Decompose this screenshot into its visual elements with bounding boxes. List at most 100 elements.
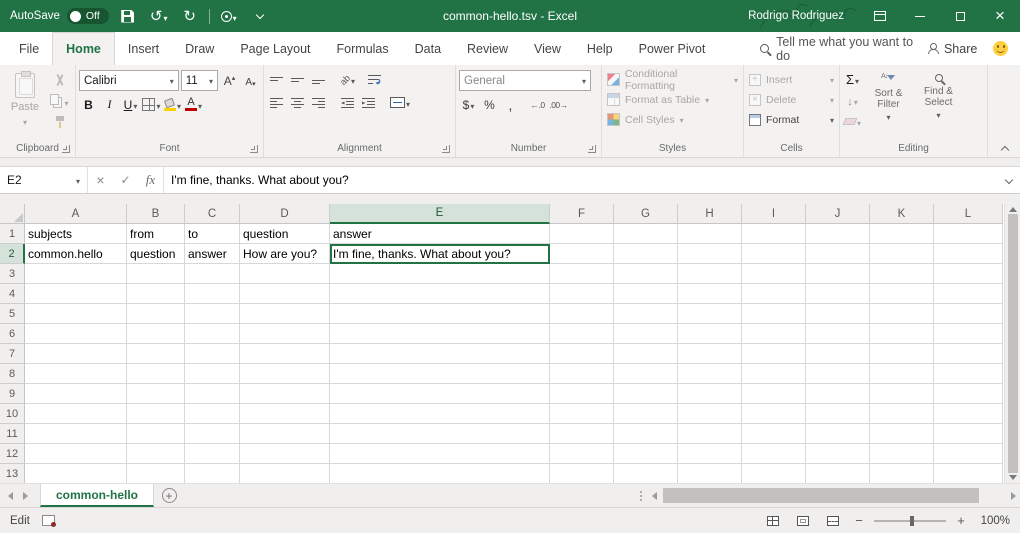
column-header-d[interactable]: D xyxy=(240,204,330,224)
formula-input[interactable]: I'm fine, thanks. What about you? xyxy=(164,167,998,193)
cell-g12[interactable] xyxy=(614,444,678,464)
cancel-entry-button[interactable] xyxy=(88,167,113,193)
cell-h10[interactable] xyxy=(678,404,742,424)
cell-i8[interactable] xyxy=(742,364,806,384)
cell-l11[interactable] xyxy=(934,424,1003,444)
scroll-up-icon[interactable] xyxy=(1009,207,1017,212)
decrease-font-size-button[interactable] xyxy=(241,71,260,90)
row-header-7[interactable]: 7 xyxy=(0,344,25,364)
tab-split-handle[interactable] xyxy=(634,484,648,507)
cell-b1[interactable]: from xyxy=(127,224,185,244)
cell-c5[interactable] xyxy=(185,304,240,324)
cell-h9[interactable] xyxy=(678,384,742,404)
cell-b6[interactable] xyxy=(127,324,185,344)
insert-function-button[interactable]: fx xyxy=(138,167,163,193)
name-box[interactable]: E2 xyxy=(0,167,88,193)
row-header-4[interactable]: 4 xyxy=(0,284,25,304)
cell-e9[interactable] xyxy=(330,384,550,404)
cell-f7[interactable] xyxy=(550,344,614,364)
row-header-6[interactable]: 6 xyxy=(0,324,25,344)
cell-a4[interactable] xyxy=(25,284,127,304)
tab-review[interactable]: Review xyxy=(454,32,521,65)
cell-c7[interactable] xyxy=(185,344,240,364)
cell-h7[interactable] xyxy=(678,344,742,364)
cell-b4[interactable] xyxy=(127,284,185,304)
align-right-button[interactable] xyxy=(309,93,328,112)
scroll-down-icon[interactable] xyxy=(1009,475,1017,480)
cell-l7[interactable] xyxy=(934,344,1003,364)
cell-k8[interactable] xyxy=(870,364,934,384)
cell-b7[interactable] xyxy=(127,344,185,364)
cell-k11[interactable] xyxy=(870,424,934,444)
previous-sheet-icon[interactable] xyxy=(8,492,13,500)
column-header-f[interactable]: F xyxy=(550,204,614,224)
ribbon-display-options-button[interactable] xyxy=(860,0,900,32)
column-header-l[interactable]: L xyxy=(934,204,1003,224)
cell-l10[interactable] xyxy=(934,404,1003,424)
cell-c4[interactable] xyxy=(185,284,240,304)
feedback-smiley-icon[interactable] xyxy=(993,41,1008,56)
cell-h1[interactable] xyxy=(678,224,742,244)
cell-j11[interactable] xyxy=(806,424,870,444)
cell-f1[interactable] xyxy=(550,224,614,244)
cell-l3[interactable] xyxy=(934,264,1003,284)
cell-f10[interactable] xyxy=(550,404,614,424)
cell-d12[interactable] xyxy=(240,444,330,464)
cell-f4[interactable] xyxy=(550,284,614,304)
cell-g10[interactable] xyxy=(614,404,678,424)
cell-h4[interactable] xyxy=(678,284,742,304)
clear-button[interactable] xyxy=(843,112,862,131)
font-name-combo[interactable]: Calibri xyxy=(79,70,179,91)
cell-a6[interactable] xyxy=(25,324,127,344)
cell-d10[interactable] xyxy=(240,404,330,424)
cell-i4[interactable] xyxy=(742,284,806,304)
row-header-11[interactable]: 11 xyxy=(0,424,25,444)
customize-qat-button[interactable] xyxy=(248,3,272,29)
align-center-button[interactable] xyxy=(288,93,307,112)
format-painter-button[interactable] xyxy=(50,113,69,132)
cell-k9[interactable] xyxy=(870,384,934,404)
cell-h3[interactable] xyxy=(678,264,742,284)
format-as-table-button[interactable]: Format as Table xyxy=(605,90,740,109)
cell-d2[interactable]: How are you? xyxy=(240,244,330,264)
font-dialog-launcher[interactable] xyxy=(250,145,258,153)
cell-b10[interactable] xyxy=(127,404,185,424)
tab-insert[interactable]: Insert xyxy=(115,32,172,65)
cell-c2[interactable]: answer xyxy=(185,244,240,264)
cell-j13[interactable] xyxy=(806,464,870,483)
confirm-entry-button[interactable] xyxy=(113,167,138,193)
row-header-1[interactable]: 1 xyxy=(0,224,25,244)
scroll-right-icon[interactable] xyxy=(1011,492,1016,500)
cell-c6[interactable] xyxy=(185,324,240,344)
row-header-3[interactable]: 3 xyxy=(0,264,25,284)
accounting-format-button[interactable]: $ xyxy=(459,95,478,114)
tab-home[interactable]: Home xyxy=(52,32,115,65)
cell-j8[interactable] xyxy=(806,364,870,384)
cell-c9[interactable] xyxy=(185,384,240,404)
column-header-i[interactable]: I xyxy=(742,204,806,224)
zoom-slider[interactable] xyxy=(874,520,946,522)
cell-l5[interactable] xyxy=(934,304,1003,324)
page-break-view-button[interactable] xyxy=(822,511,844,531)
increase-indent-button[interactable] xyxy=(359,93,378,112)
cell-g11[interactable] xyxy=(614,424,678,444)
merge-center-button[interactable] xyxy=(390,93,410,112)
font-color-button[interactable]: A xyxy=(184,95,203,114)
cell-e11[interactable] xyxy=(330,424,550,444)
cell-f11[interactable] xyxy=(550,424,614,444)
normal-view-button[interactable] xyxy=(762,511,784,531)
align-left-button[interactable] xyxy=(267,93,286,112)
cell-a10[interactable] xyxy=(25,404,127,424)
cell-f13[interactable] xyxy=(550,464,614,483)
cell-i10[interactable] xyxy=(742,404,806,424)
scroll-left-icon[interactable] xyxy=(652,492,657,500)
zoom-in-button[interactable] xyxy=(954,514,968,527)
page-layout-view-button[interactable] xyxy=(792,511,814,531)
cell-i11[interactable] xyxy=(742,424,806,444)
fill-color-button[interactable] xyxy=(163,95,182,114)
cell-e5[interactable] xyxy=(330,304,550,324)
cell-b12[interactable] xyxy=(127,444,185,464)
cell-e6[interactable] xyxy=(330,324,550,344)
cell-d9[interactable] xyxy=(240,384,330,404)
new-sheet-button[interactable] xyxy=(154,484,184,507)
